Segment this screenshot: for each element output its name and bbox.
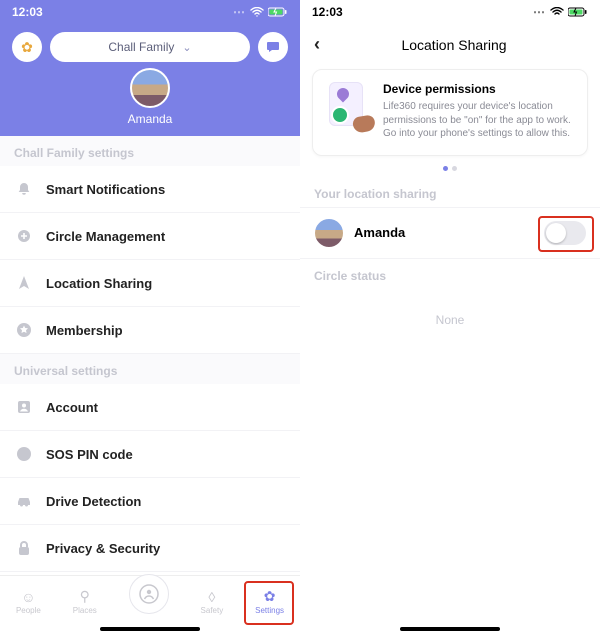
circle-selector[interactable]: Chall Family ⌄ [50, 32, 250, 62]
lock-icon [14, 538, 34, 558]
location-arrow-icon [14, 273, 34, 293]
premium-button[interactable]: ✿ [12, 32, 42, 62]
shield-icon: ◊ [208, 589, 215, 605]
tab-label: People [16, 606, 41, 615]
profile[interactable]: Amanda [0, 68, 300, 126]
section-circle-status: Circle status [300, 259, 600, 289]
section-your-location-sharing: Your location sharing [300, 177, 600, 207]
pin-code-icon [14, 444, 34, 464]
tab-bar: ☺ People ⚲ Places ◊ Safety ✿ Settings [0, 575, 300, 627]
tab-label: Places [73, 606, 97, 615]
permissions-illustration [325, 82, 373, 130]
bell-icon [14, 179, 34, 199]
hand-icon [352, 114, 376, 134]
status-time: 12:03 [12, 5, 43, 19]
user-name: Amanda [354, 225, 405, 240]
cellular-icon: ⋯ [233, 5, 246, 19]
status-bar: 12:03 ⋯ [300, 0, 600, 24]
chat-icon [266, 40, 280, 54]
people-icon: ☺ [21, 589, 35, 605]
home-indicator [0, 627, 300, 633]
row-membership[interactable]: Membership [0, 307, 300, 354]
tab-places[interactable]: ⚲ Places [73, 588, 97, 615]
row-label: Smart Notifications [46, 182, 165, 197]
circle-name: Chall Family [108, 40, 174, 54]
status-time: 12:03 [312, 5, 343, 19]
row-label: Location Sharing [46, 276, 152, 291]
tab-label: Safety [201, 606, 224, 615]
row-privacy-security[interactable]: Privacy & Security [0, 525, 300, 572]
page-title: Location Sharing [322, 37, 586, 53]
location-sharing-screen: 12:03 ⋯ ‹ Location Sharing Device perm [300, 0, 600, 633]
wifi-icon [550, 7, 564, 17]
places-icon: ⚲ [80, 588, 90, 605]
wifi-icon [250, 7, 264, 17]
center-icon [138, 583, 160, 605]
row-label: Privacy & Security [46, 541, 160, 556]
section-universal-settings: Universal settings [0, 354, 300, 384]
profile-name: Amanda [128, 112, 173, 126]
status-indicators: ⋯ [233, 5, 288, 19]
row-label: Circle Management [46, 229, 165, 244]
circle-plus-icon [14, 226, 34, 246]
row-smart-notifications[interactable]: Smart Notifications [0, 166, 300, 213]
home-indicator [300, 627, 600, 633]
card-text: Life360 requires your device's location … [383, 100, 575, 141]
tab-center[interactable] [129, 574, 169, 614]
row-label: SOS PIN code [46, 447, 133, 462]
account-icon [14, 397, 34, 417]
chat-button[interactable] [258, 32, 288, 62]
star-badge-icon [14, 320, 34, 340]
section-family-settings: Chall Family settings [0, 136, 300, 166]
tab-label: Settings [255, 606, 284, 615]
avatar [314, 218, 344, 248]
battery-icon [568, 7, 588, 17]
tab-people[interactable]: ☺ People [16, 589, 41, 615]
gear-icon: ✿ [264, 588, 276, 605]
avatar [130, 68, 170, 108]
tab-settings[interactable]: ✿ Settings [255, 588, 284, 615]
car-icon [14, 491, 34, 511]
row-circle-management[interactable]: Circle Management [0, 213, 300, 260]
status-bar: 12:03 ⋯ [0, 0, 300, 24]
battery-icon [268, 7, 288, 17]
circle-status-value: None [300, 289, 600, 351]
star-badge-icon: ✿ [21, 39, 33, 56]
check-icon [331, 106, 349, 124]
cellular-icon: ⋯ [533, 5, 546, 19]
settings-screen: 12:03 ⋯ ✿ Chall Family ⌄ [0, 0, 300, 633]
hero: 12:03 ⋯ ✿ Chall Family ⌄ [0, 0, 300, 136]
row-label: Membership [46, 323, 123, 338]
pager-dots [300, 166, 600, 171]
status-indicators: ⋯ [533, 5, 588, 19]
settings-list: Chall Family settings Smart Notification… [0, 136, 300, 575]
row-location-sharing[interactable]: Location Sharing [0, 260, 300, 307]
card-title: Device permissions [383, 82, 575, 96]
location-sharing-toggle[interactable] [544, 221, 586, 245]
row-label: Account [46, 400, 98, 415]
chevron-down-icon: ⌄ [182, 41, 191, 54]
tab-safety[interactable]: ◊ Safety [201, 589, 224, 615]
user-sharing-row: Amanda [300, 207, 600, 259]
row-drive-detection[interactable]: Drive Detection [0, 478, 300, 525]
row-account[interactable]: Account [0, 384, 300, 431]
page-header: ‹ Location Sharing [300, 24, 600, 69]
device-permissions-card[interactable]: Device permissions Life360 requires your… [312, 69, 588, 156]
row-label: Drive Detection [46, 494, 141, 509]
row-sos-pin[interactable]: SOS PIN code [0, 431, 300, 478]
